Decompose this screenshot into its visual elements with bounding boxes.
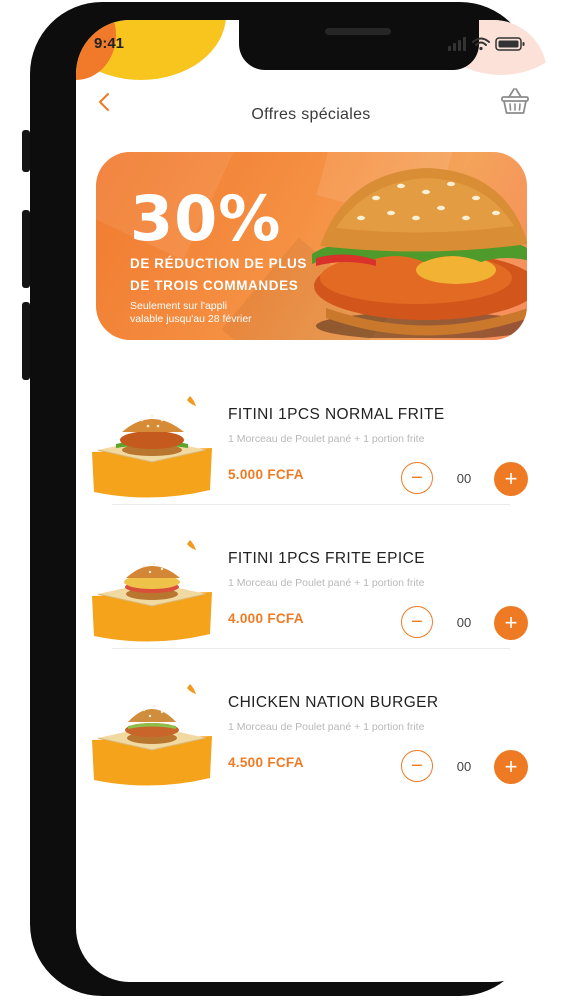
product-item[interactable]: FITINI 1PCS FRITE EPICE 1 Morceau de Pou… xyxy=(76,524,547,664)
page-title: Offres spéciales xyxy=(251,106,371,123)
minus-icon: − xyxy=(411,611,423,633)
plus-icon: + xyxy=(504,466,518,491)
phone-screen: 9:41 Offres spéciales 30% DE RÉDUCTION D… xyxy=(76,20,547,982)
product-price: 4.500 FCFA xyxy=(228,755,304,770)
increase-quantity-button[interactable]: + xyxy=(494,606,528,640)
volume-down-button xyxy=(22,302,30,380)
product-name: FITINI 1PCS FRITE EPICE xyxy=(228,550,425,567)
product-description: 1 Morceau de Poulet pané + 1 portion fri… xyxy=(228,577,425,589)
promo-burger-image xyxy=(312,168,527,338)
plus-icon: + xyxy=(504,754,518,779)
quantity-value: 00 xyxy=(456,471,472,486)
minus-icon: − xyxy=(411,755,423,777)
promo-line-2: DE TROIS COMMANDES xyxy=(130,278,299,293)
decrease-quantity-button[interactable]: − xyxy=(401,606,433,638)
decrease-quantity-button[interactable]: − xyxy=(401,750,433,782)
wifi-icon xyxy=(472,37,490,51)
product-image xyxy=(92,396,212,498)
quantity-value: 00 xyxy=(456,759,472,774)
signal-icon xyxy=(448,37,466,51)
product-description: 1 Morceau de Poulet pané + 1 portion fri… xyxy=(228,433,425,445)
basket-icon[interactable] xyxy=(500,86,530,116)
mute-switch xyxy=(22,130,30,172)
promo-line-3: Seulement sur l'appli xyxy=(130,300,228,312)
minus-icon: − xyxy=(411,467,423,489)
volume-up-button xyxy=(22,210,30,288)
notch xyxy=(239,20,479,70)
product-image xyxy=(92,540,212,642)
increase-quantity-button[interactable]: + xyxy=(494,750,528,784)
product-item[interactable]: CHICKEN NATION BURGER 1 Morceau de Poule… xyxy=(76,668,547,808)
status-icons xyxy=(448,37,525,51)
chevron-left-icon[interactable] xyxy=(94,90,116,114)
battery-icon xyxy=(495,37,525,51)
divider xyxy=(112,648,510,649)
promo-line-1: DE RÉDUCTION DE PLUS xyxy=(130,256,308,271)
promo-banner[interactable]: 30% DE RÉDUCTION DE PLUS DE TROIS COMMAN… xyxy=(96,152,527,340)
product-item[interactable]: FITINI 1PCS NORMAL FRITE 1 Morceau de Po… xyxy=(76,380,547,520)
increase-quantity-button[interactable]: + xyxy=(494,462,528,496)
product-description: 1 Morceau de Poulet pané + 1 portion fri… xyxy=(228,721,425,733)
product-name: CHICKEN NATION BURGER xyxy=(228,694,439,711)
product-image xyxy=(92,684,212,786)
quantity-value: 00 xyxy=(456,615,472,630)
plus-icon: + xyxy=(504,610,518,635)
promo-percent: 30% xyxy=(130,182,282,255)
phone-frame: 9:41 Offres spéciales 30% DE RÉDUCTION D… xyxy=(30,2,547,996)
status-time: 9:41 xyxy=(94,35,125,52)
promo-line-4: valable jusqu'au 28 février xyxy=(130,313,252,325)
product-price: 4.000 FCFA xyxy=(228,611,304,626)
product-price: 5.000 FCFA xyxy=(228,467,304,482)
divider xyxy=(112,504,510,505)
product-name: FITINI 1PCS NORMAL FRITE xyxy=(228,406,445,423)
decrease-quantity-button[interactable]: − xyxy=(401,462,433,494)
speaker xyxy=(325,28,391,35)
